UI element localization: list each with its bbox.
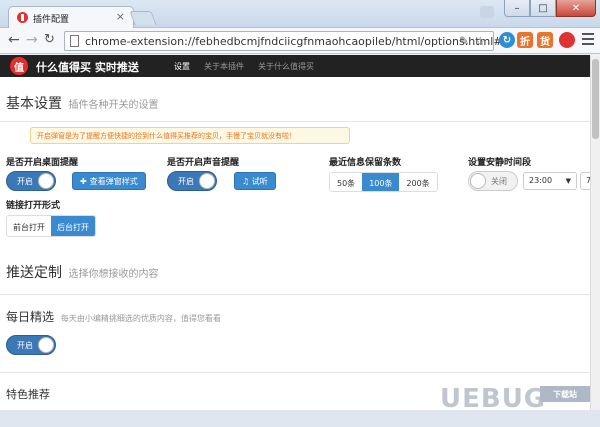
browser-tab[interactable]: 插件配置 × [8, 6, 134, 28]
divider [0, 121, 590, 122]
sound-notify-label: 是否开启声音提醒 [167, 158, 240, 168]
extension-favicon-icon [17, 12, 28, 23]
options-page: 值 什么值得买 实时推送 设置 关于本插件 关于什么值得买 基本设置 插件各种开… [0, 55, 590, 410]
page-icon [70, 35, 79, 47]
close-window-button[interactable]: ✕ [556, 0, 596, 17]
watermark-sub: 下载站 [540, 386, 590, 402]
push-settings-heading: 推送定制 选择你想接收的内容 [6, 262, 158, 282]
maximize-button[interactable]: □ [530, 0, 556, 17]
reload-icon[interactable]: ↻ [44, 32, 55, 47]
push-settings-subtitle: 选择你想接收的内容 [68, 269, 159, 280]
huo-extension-icon[interactable]: 货 [537, 32, 553, 48]
desktop-notify-toggle[interactable]: 开启 [6, 171, 56, 191]
music-note-icon: ♫ [242, 177, 252, 186]
quiet-start-select[interactable]: 23:00 ▼ [523, 172, 577, 190]
watermark-text: UEBUG [440, 384, 547, 414]
forward-arrow-icon[interactable]: → [26, 32, 38, 48]
keep-count-100[interactable]: 100条 [362, 173, 400, 191]
toggle-knob [38, 173, 54, 189]
extension-action-icon[interactable]: ✎ [459, 34, 469, 48]
plus-icon: ✚ [80, 177, 87, 186]
listen-label: 试听 [251, 177, 268, 186]
address-bar[interactable]: chrome-extension://febhedbcmjfndciicgfnm… [64, 31, 503, 51]
basic-settings-heading: 基本设置 插件各种开关的设置 [6, 93, 158, 113]
logo-icon: 值 [10, 57, 28, 75]
quiet-end-select[interactable]: 7 [580, 172, 590, 190]
keep-count-50[interactable]: 50条 [330, 173, 363, 191]
toggle-label: 关闭 [491, 177, 507, 186]
link-open-label: 链接打开形式 [6, 201, 61, 211]
title-bar: 插件配置 × – □ ✕ [0, 0, 600, 28]
tab-title: 插件配置 [33, 15, 70, 25]
quiet-time-toggle[interactable]: 关闭 [468, 171, 518, 191]
nav-settings[interactable]: 设置 [174, 61, 190, 72]
toggle-label: 开启 [17, 177, 33, 186]
link-open-background[interactable]: 后台打开 [51, 216, 95, 236]
quiet-start-value: 23:00 [529, 176, 553, 185]
keep-count-label: 最近信息保留条数 [329, 158, 402, 168]
nav-about-plugin[interactable]: 关于本插件 [204, 61, 244, 72]
daily-picks-heading: 每日精选 每天由小编精挑细选的优质内容，值得您看看 [6, 308, 221, 325]
daily-picks-toggle[interactable]: 开启 [6, 335, 56, 355]
keep-count-200[interactable]: 200条 [399, 173, 437, 191]
bookmark-star-icon[interactable]: ☆ [475, 34, 486, 48]
toggle-knob [38, 337, 54, 353]
listen-button[interactable]: ♫ 试听 [234, 172, 276, 190]
divider [0, 372, 590, 373]
quiet-time-label: 设置安静时间段 [468, 158, 532, 168]
daily-picks-desc: 每天由小编精挑细选的优质内容，值得您看看 [60, 314, 221, 323]
toggle-label: 开启 [17, 341, 33, 350]
push-settings-title: 推送定制 [6, 265, 62, 281]
menu-icon[interactable] [582, 33, 594, 48]
desktop-notify-label: 是否开启桌面提醒 [6, 158, 79, 168]
smzdm-extension-icon[interactable] [559, 32, 575, 48]
toggle-label: 开启 [178, 177, 194, 186]
view-popup-style-button[interactable]: ✚ 查看弹窗样式 [72, 172, 146, 190]
divider [0, 294, 590, 295]
link-open-foreground[interactable]: 前台打开 [7, 216, 51, 236]
user-profile-icon[interactable] [480, 6, 494, 18]
toggle-knob [470, 173, 486, 189]
brand-title[interactable]: 什么值得买 实时推送 [36, 59, 139, 75]
basic-settings-subtitle: 插件各种开关的设置 [68, 100, 159, 111]
keep-count-selector: 50条 100条 200条 [329, 172, 438, 192]
nav-about-smzdm[interactable]: 关于什么值得买 [258, 61, 314, 72]
scrollbar-thumb[interactable] [592, 59, 599, 139]
sync-extension-icon[interactable]: ↻ [499, 32, 515, 48]
minimize-button[interactable]: – [504, 0, 530, 17]
basic-settings-title: 基本设置 [6, 96, 62, 112]
daily-picks-title: 每日精选 [6, 310, 55, 324]
page-scrollbar[interactable] [590, 55, 600, 410]
sound-notify-toggle[interactable]: 开启 [167, 171, 217, 191]
zhi-extension-icon[interactable]: 折 [517, 32, 533, 48]
back-arrow-icon[interactable]: ← [8, 32, 20, 48]
url-text[interactable]: chrome-extension://febhedbcmjfndciicgfnm… [85, 35, 503, 48]
new-tab-button[interactable] [129, 11, 157, 25]
top-navbar: 值 什么值得买 实时推送 设置 关于本插件 关于什么值得买 [0, 55, 590, 77]
caret-down-icon: ▼ [565, 177, 571, 185]
toggle-knob [199, 173, 215, 189]
view-popup-style-label: 查看弹窗样式 [89, 177, 138, 186]
tab-close-button[interactable]: × [116, 10, 125, 23]
link-open-selector: 前台打开 后台打开 [6, 215, 96, 237]
featured-title: 特色推荐 [6, 388, 50, 401]
popup-tip: 开启弹窗是为了提醒方便快捷的捡到什么值得买推荐的宝贝，手慢了宝贝就没有啦！ [30, 127, 350, 144]
window-controls: – □ ✕ [504, 0, 596, 18]
